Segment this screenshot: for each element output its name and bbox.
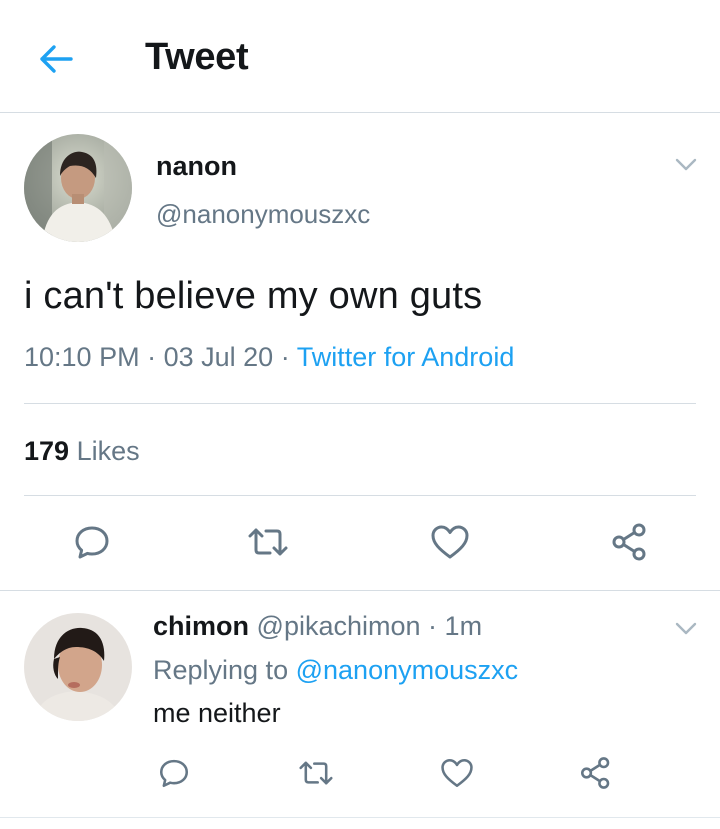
retweet-icon	[297, 756, 335, 790]
header-separator: ·	[428, 611, 438, 641]
retweet-button[interactable]	[244, 518, 292, 566]
reply-icon	[72, 522, 112, 562]
reply-author-name[interactable]: chimon	[153, 611, 249, 641]
meta-separator: ·	[280, 342, 290, 372]
back-button[interactable]	[30, 38, 82, 80]
like-button[interactable]	[426, 518, 474, 566]
likes-count[interactable]: 179 Likes	[24, 436, 140, 467]
reply-time: 1m	[444, 611, 483, 641]
like-button[interactable]	[433, 749, 481, 797]
replying-to: Replying to @nanonymouszxc	[153, 655, 518, 686]
tweet-actions	[0, 518, 720, 570]
reply-button[interactable]	[150, 749, 198, 797]
retweet-button[interactable]	[292, 749, 340, 797]
arrow-left-icon	[38, 44, 74, 74]
tweet-source-link[interactable]: Twitter for Android	[297, 342, 515, 372]
reply-icon	[157, 756, 191, 790]
heart-icon	[429, 522, 471, 562]
avatar[interactable]	[24, 613, 132, 721]
reply-author-handle[interactable]: @pikachimon	[257, 611, 421, 641]
author-name[interactable]: nanon	[156, 151, 237, 182]
replying-prefix: Replying to	[153, 655, 289, 685]
chevron-down-icon	[675, 158, 697, 172]
share-icon	[609, 521, 651, 563]
tweet-date: 03 Jul 20	[163, 342, 274, 372]
author-handle[interactable]: @nanonymouszxc	[156, 199, 370, 230]
heart-icon	[439, 756, 475, 790]
tweet-text: i can't believe my own guts	[24, 275, 483, 317]
avatar[interactable]	[24, 134, 132, 242]
reply-button[interactable]	[68, 518, 116, 566]
tweet-meta: 10:10 PM · 03 Jul 20 · Twitter for Andro…	[24, 342, 514, 373]
top-bar: Tweet	[0, 0, 720, 113]
chevron-down-icon	[675, 622, 697, 636]
reply-text: me neither	[153, 698, 281, 728]
tweet-options-button[interactable]	[670, 149, 702, 181]
likes-label: Likes	[76, 436, 140, 466]
likes-number: 179	[24, 436, 70, 466]
tweet-time: 10:10 PM	[24, 342, 140, 372]
replying-to-mention[interactable]: @nanonymouszxc	[296, 655, 519, 685]
divider	[24, 495, 696, 496]
divider	[24, 403, 696, 404]
share-button[interactable]	[606, 518, 654, 566]
share-button[interactable]	[572, 749, 620, 797]
reply-tweet[interactable]: chimon @pikachimon · 1m Replying to @nan…	[0, 591, 720, 829]
share-icon	[578, 755, 614, 791]
main-tweet: nanon @nanonymouszxc i can't believe my …	[0, 113, 720, 591]
reply-header: chimon @pikachimon · 1m	[153, 611, 482, 642]
reply-actions	[0, 749, 720, 801]
reply-options-button[interactable]	[670, 613, 702, 645]
retweet-icon	[246, 522, 290, 562]
page-title: Tweet	[145, 36, 249, 78]
meta-separator: ·	[147, 342, 157, 372]
divider	[0, 817, 720, 818]
